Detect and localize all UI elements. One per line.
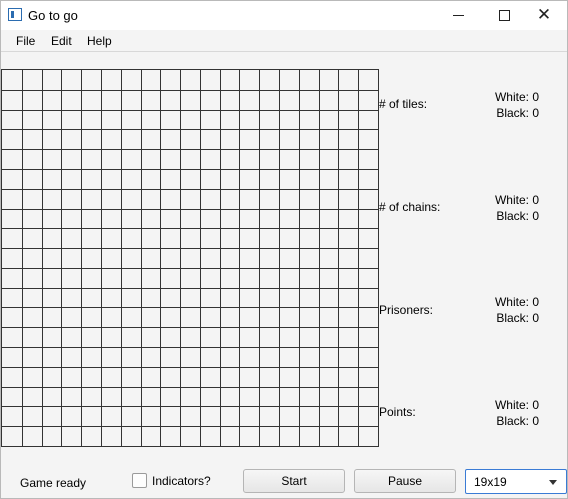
window-title: Go to go xyxy=(28,8,78,23)
prisoners-white: White: 0 xyxy=(494,295,539,309)
chains-black: Black: 0 xyxy=(496,209,539,223)
indicators-label: Indicators? xyxy=(152,473,211,488)
menu-file[interactable]: File xyxy=(16,34,35,48)
indicators-checkbox[interactable] xyxy=(132,473,147,488)
points-values: White: 0 Black: 0 xyxy=(495,397,539,429)
status-text: Game ready xyxy=(20,476,87,490)
app-window: Go to go ✕ File Edit Help # of tiles: Wh… xyxy=(0,0,568,499)
chains-values: White: 0 Black: 0 xyxy=(495,192,539,224)
chains-label: # of chains: xyxy=(379,200,441,214)
indicators-toggle[interactable]: Indicators? xyxy=(132,473,211,488)
close-button[interactable]: ✕ xyxy=(521,1,567,30)
chevron-down-icon xyxy=(549,480,557,485)
minimize-icon xyxy=(452,15,464,16)
minimize-button[interactable] xyxy=(435,1,481,30)
menu-bar: File Edit Help xyxy=(1,30,567,52)
app-window-icon xyxy=(8,8,22,21)
pause-button[interactable]: Pause xyxy=(354,469,456,493)
tiles-white: White: 0 xyxy=(494,90,539,104)
board-size-select[interactable]: 19x19 xyxy=(465,469,567,494)
maximize-icon xyxy=(498,10,510,21)
points-black: Black: 0 xyxy=(496,414,539,428)
prisoners-black: Black: 0 xyxy=(496,311,539,325)
points-white: White: 0 xyxy=(494,398,539,412)
board-size-value: 19x19 xyxy=(474,474,507,489)
tiles-values: White: 0 Black: 0 xyxy=(495,89,539,121)
tiles-label: # of tiles: xyxy=(379,97,428,111)
points-label: Points: xyxy=(379,405,416,419)
start-button[interactable]: Start xyxy=(243,469,345,493)
go-board[interactable] xyxy=(1,69,379,447)
menu-edit[interactable]: Edit xyxy=(51,34,72,48)
tiles-black: Black: 0 xyxy=(496,106,539,120)
prisoners-values: White: 0 Black: 0 xyxy=(495,294,539,326)
close-icon: ✕ xyxy=(536,5,552,25)
board-grid[interactable] xyxy=(2,70,378,446)
menu-help[interactable]: Help xyxy=(87,34,112,48)
prisoners-label: Prisoners: xyxy=(379,303,434,317)
title-bar: Go to go ✕ xyxy=(1,1,567,30)
chains-white: White: 0 xyxy=(494,193,539,207)
